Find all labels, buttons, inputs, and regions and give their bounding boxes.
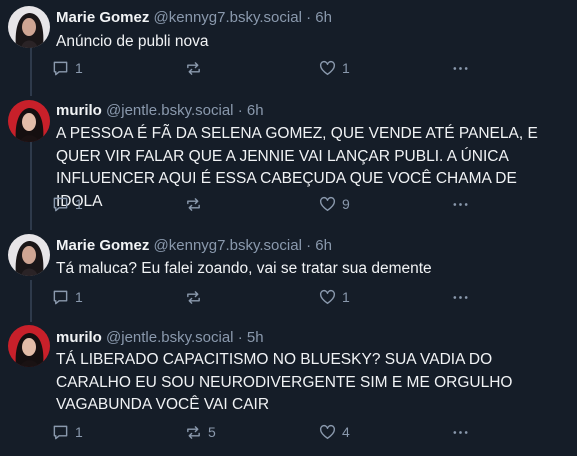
avatar-image [8,234,50,276]
like-count: 4 [342,424,350,440]
like-button[interactable]: 1 [319,58,350,78]
repost-button[interactable] [185,194,208,214]
time-separator: · [237,102,243,119]
time-separator: · [306,237,312,254]
post-header: Marie Gomez @kennyg7.bsky.social · 6h [56,237,332,255]
author-handle[interactable]: @kennyg7.bsky.social [154,9,302,26]
post-text: A PESSOA É FÃ DA SELENA GOMEZ, QUE VENDE… [56,125,538,210]
author-name[interactable]: murilo [56,329,102,346]
repost-icon [187,290,200,304]
reply-button[interactable]: 1 [52,287,83,307]
reply-count: 1 [75,60,83,76]
time-separator: · [306,9,312,26]
post[interactable]: Marie Gomez @kennyg7.bsky.social · 6h An… [0,0,577,96]
more-button[interactable] [452,287,469,307]
author-name[interactable]: Marie Gomez [56,237,149,254]
avatar[interactable] [8,325,50,367]
heart-icon [319,196,336,211]
post-time[interactable]: 6h [247,102,264,119]
more-icon [453,295,468,299]
repost-button[interactable] [185,287,208,307]
post-time[interactable]: 5h [247,329,264,346]
post[interactable]: murilo @jentle.bsky.social · 6h A PESSOA… [0,96,577,230]
repost-icon [187,61,200,75]
more-icon [453,66,468,70]
more-button[interactable] [452,422,469,442]
reply-count: 1 [75,424,83,440]
post-header: Marie Gomez @kennyg7.bsky.social · 6h [56,9,332,27]
author-handle[interactable]: @jentle.bsky.social [106,102,234,119]
heart-icon [319,424,336,439]
reply-icon [53,425,68,439]
post-header: murilo @jentle.bsky.social · 5h [56,329,264,347]
reply-count: 1 [75,196,83,212]
reply-icon [53,197,68,211]
avatar-image [8,325,50,367]
reply-count: 1 [75,289,83,305]
more-button[interactable] [452,194,469,214]
like-button[interactable]: 1 [319,287,350,307]
post[interactable]: murilo @jentle.bsky.social · 5h TÁ LIBER… [0,322,577,456]
avatar[interactable] [8,100,50,142]
avatar[interactable] [8,234,50,276]
heart-icon [319,60,336,75]
repost-icon [187,197,200,211]
avatar-image [8,100,50,142]
reply-icon [53,290,68,304]
more-icon [453,430,468,434]
like-count: 1 [342,289,350,305]
like-button[interactable]: 4 [319,422,350,442]
author-name[interactable]: Marie Gomez [56,9,149,26]
post-header: murilo @jentle.bsky.social · 6h [56,102,264,120]
reply-icon [53,61,68,75]
post-text: Tá maluca? Eu falei zoando, vai se trata… [56,260,432,277]
author-name[interactable]: murilo [56,102,102,119]
reply-button[interactable]: 1 [52,58,83,78]
repost-button[interactable] [185,58,208,78]
avatar[interactable] [8,6,50,48]
post-text: Anúncio de publi nova [56,33,209,50]
post-time[interactable]: 6h [315,9,332,26]
more-icon [453,202,468,206]
author-handle[interactable]: @jentle.bsky.social [106,329,234,346]
post-text: TÁ LIBERADO CAPACITISMO NO BLUESKY? SUA … [56,351,513,413]
author-handle[interactable]: @kennyg7.bsky.social [154,237,302,254]
avatar-image [8,6,50,48]
repost-icon [187,425,200,439]
like-count: 9 [342,196,350,212]
repost-button[interactable]: 5 [185,422,216,442]
like-button[interactable]: 9 [319,194,350,214]
post[interactable]: Marie Gomez @kennyg7.bsky.social · 6h Tá… [0,230,577,322]
reply-button[interactable]: 1 [52,422,83,442]
time-separator: · [237,329,243,346]
heart-icon [319,289,336,304]
reply-button[interactable]: 1 [52,194,83,214]
like-count: 1 [342,60,350,76]
post-time[interactable]: 6h [315,237,332,254]
repost-count: 5 [208,424,216,440]
more-button[interactable] [452,58,469,78]
post-thread: Marie Gomez @kennyg7.bsky.social · 6h An… [0,0,577,456]
